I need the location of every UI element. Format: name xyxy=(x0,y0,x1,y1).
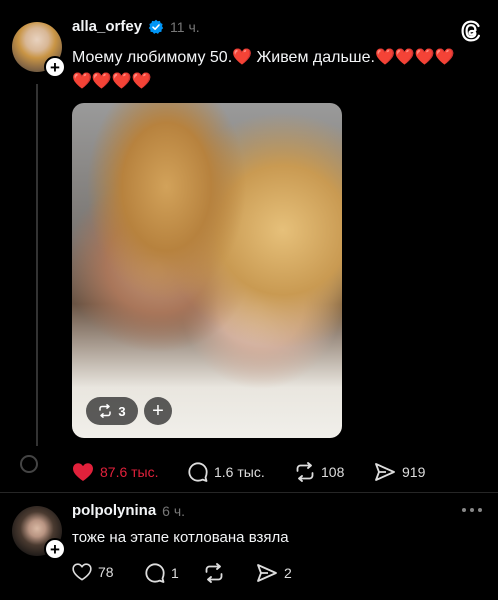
post-username[interactable]: alla_orfey xyxy=(72,18,142,35)
more-icon[interactable] xyxy=(462,502,482,518)
like-button[interactable]: 87.6 тыс. xyxy=(72,462,159,482)
thread-end-loop-icon xyxy=(20,455,38,473)
plus-icon: + xyxy=(152,399,164,422)
follow-plus-button[interactable]: + xyxy=(44,538,66,560)
post-time: 11 ч. xyxy=(170,18,200,35)
repost-icon xyxy=(295,462,315,482)
reply-share-button[interactable]: 2 xyxy=(256,563,292,583)
post-header: alla_orfey 11 ч. xyxy=(72,18,200,35)
threads-logo-icon[interactable] xyxy=(458,18,484,44)
share-icon xyxy=(374,462,396,482)
reply-username[interactable]: polpolynina xyxy=(72,502,156,519)
reply-comment-button[interactable]: 1 xyxy=(145,563,179,583)
photo-repost-count: 3 xyxy=(118,403,126,419)
post-text-part-2: Живем дальше. xyxy=(252,49,375,66)
heart-emoji: ❤️ xyxy=(232,49,253,66)
share-button[interactable]: 919 xyxy=(374,462,425,482)
reply-like-count: 78 xyxy=(98,564,114,580)
post-photo[interactable]: 3 + xyxy=(72,103,342,438)
reply-share-count: 2 xyxy=(284,565,292,581)
share-count: 919 xyxy=(402,464,426,480)
thread-line xyxy=(36,84,38,446)
reply-text: тоже на этапе котлована взяла xyxy=(72,529,289,546)
heart-emoji: ❤️❤️❤️❤️ xyxy=(374,49,455,66)
photo-repost-pill[interactable]: 3 xyxy=(86,397,138,425)
comment-button[interactable]: 1.6 тыс. xyxy=(188,462,265,482)
photo-add-button[interactable]: + xyxy=(144,397,172,425)
heart-icon xyxy=(72,563,92,581)
heart-emoji: ❤️❤️❤️❤️ xyxy=(72,73,152,90)
divider xyxy=(0,492,498,493)
reply-time: 6 ч. xyxy=(162,502,186,519)
repost-icon xyxy=(98,404,112,418)
post-text: Моему любимому 50.❤️ Живем дальше.❤️❤️❤️… xyxy=(72,46,482,94)
reply-repost-button[interactable] xyxy=(204,563,224,583)
post-text-part-1: Моему любимому 50. xyxy=(72,49,233,66)
repost-button[interactable]: 108 xyxy=(295,462,344,482)
reply-like-button[interactable]: 78 xyxy=(72,563,114,581)
repost-count: 108 xyxy=(321,464,345,480)
plus-icon: + xyxy=(50,539,60,559)
comment-icon xyxy=(145,563,165,583)
verified-badge-icon xyxy=(148,19,164,35)
follow-plus-button[interactable]: + xyxy=(44,56,66,78)
share-icon xyxy=(256,563,278,583)
reply-header: polpolynina 6 ч. xyxy=(72,502,185,519)
plus-icon: + xyxy=(50,57,60,77)
repost-icon xyxy=(204,563,224,583)
heart-icon xyxy=(72,462,94,482)
comment-count: 1.6 тыс. xyxy=(214,464,265,480)
like-count: 87.6 тыс. xyxy=(100,464,159,480)
comment-icon xyxy=(188,462,208,482)
reply-comment-count: 1 xyxy=(171,565,179,581)
